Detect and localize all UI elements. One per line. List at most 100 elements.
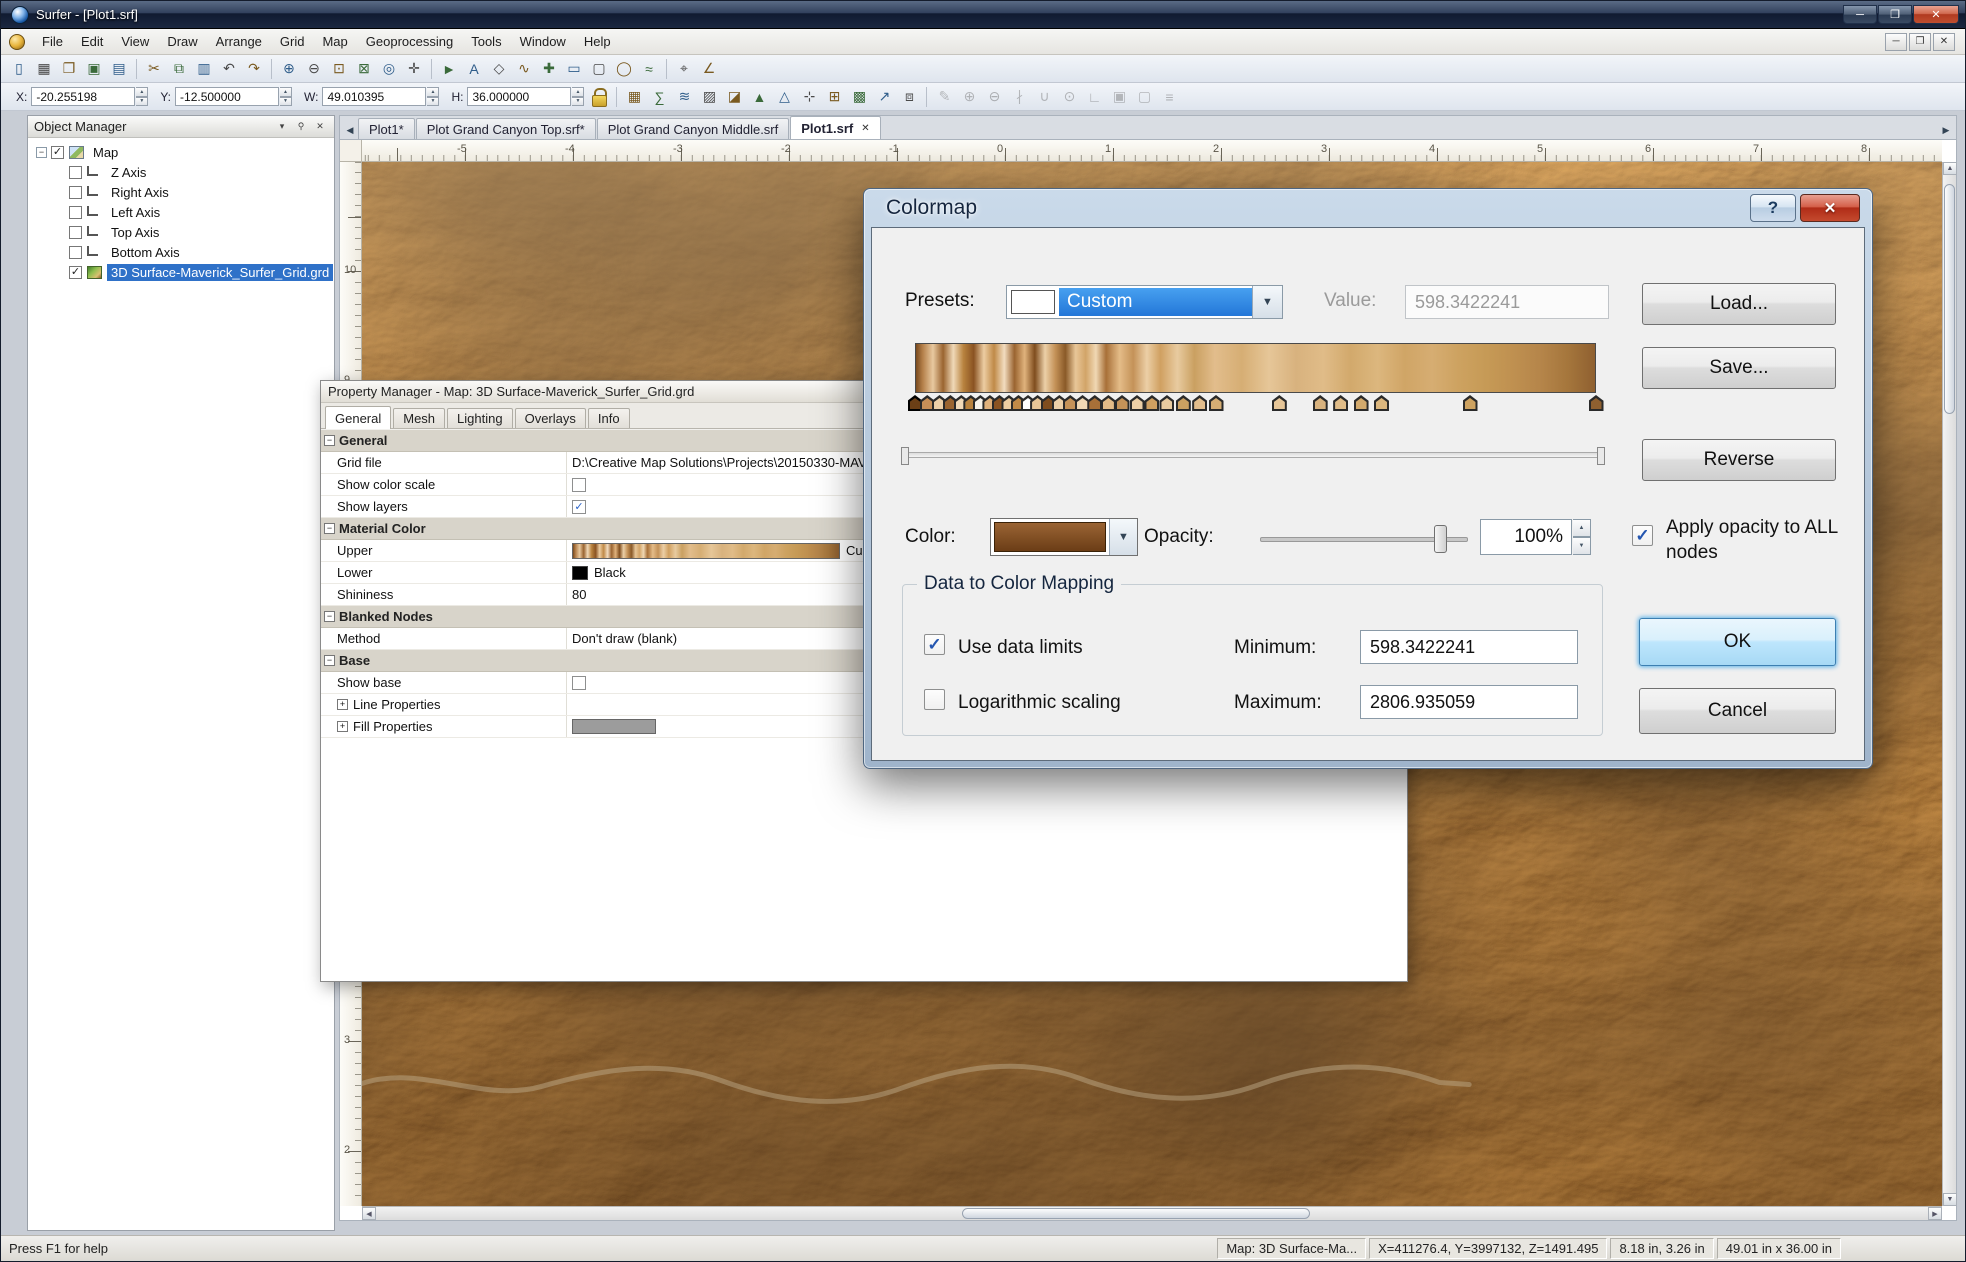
tree-checkbox[interactable]: ✓	[69, 266, 82, 279]
collapse-icon[interactable]: −	[324, 655, 335, 666]
menu-arrange[interactable]: Arrange	[207, 30, 271, 53]
spin-down-icon[interactable]: ▼	[572, 97, 584, 107]
cut-icon[interactable]: ✂	[142, 58, 166, 80]
collapse-icon[interactable]: −	[324, 611, 335, 622]
tree-item-bottom-axis[interactable]: Bottom Axis	[30, 242, 332, 262]
menu-edit[interactable]: Edit	[72, 30, 112, 53]
minimize-button[interactable]: ─	[1843, 5, 1877, 24]
spin-down-icon[interactable]: ▼	[1573, 537, 1591, 555]
logarithmic-scaling-checkbox[interactable]	[924, 689, 945, 710]
expand-icon[interactable]: +	[337, 699, 348, 710]
text-icon[interactable]: A	[462, 58, 486, 80]
dialog-title-bar[interactable]: Colormap ? ✕	[864, 189, 1872, 227]
load-button[interactable]: Load...	[1642, 283, 1836, 325]
tree-checkbox[interactable]: ✓	[51, 146, 64, 159]
colormap-node[interactable]	[1463, 395, 1478, 411]
print-icon[interactable]: ▤	[107, 58, 131, 80]
maximize-button[interactable]: ❐	[1878, 5, 1912, 24]
property-tab-mesh[interactable]: Mesh	[393, 408, 445, 428]
help-button[interactable]: ?	[1750, 194, 1796, 222]
colormap-node[interactable]	[1272, 395, 1287, 411]
colormap-node[interactable]	[1159, 395, 1174, 411]
zoom-full-icon[interactable]: ⊠	[352, 58, 376, 80]
tree-expander-icon[interactable]: −	[36, 147, 47, 158]
colormap-node[interactable]	[1333, 395, 1348, 411]
3d-surface-map-icon[interactable]: ▲	[747, 86, 771, 108]
colormap-node[interactable]	[1192, 395, 1207, 411]
tree-checkbox[interactable]	[69, 186, 82, 199]
value-checkbox[interactable]	[572, 676, 586, 690]
opacity-slider-handle[interactable]	[1434, 525, 1447, 553]
property-tab-info[interactable]: Info	[588, 408, 630, 428]
title-bar[interactable]: Surfer - [Plot1.srf] ─ ❐ ✕	[1, 1, 1965, 29]
collapse-icon[interactable]: −	[324, 435, 335, 446]
zoom-realtime-icon[interactable]: ◎	[377, 58, 401, 80]
tree-item-top-axis[interactable]: Top Axis	[30, 222, 332, 242]
spin-up-icon[interactable]: ▲	[1573, 519, 1591, 537]
tab-plot1-srf[interactable]: Plot1.srf✕	[790, 116, 880, 139]
objmgr-close-icon[interactable]: ✕	[312, 120, 328, 134]
spin-down-icon[interactable]: ▼	[136, 97, 148, 107]
tree-checkbox[interactable]	[69, 246, 82, 259]
menu-grid[interactable]: Grid	[271, 30, 314, 53]
dialog-close-button[interactable]: ✕	[1800, 194, 1860, 222]
image-map-icon[interactable]: ▩	[847, 86, 871, 108]
value-checkbox[interactable]: ✓	[572, 500, 586, 514]
rounded-rectangle-icon[interactable]: ▢	[587, 58, 611, 80]
property-tab-general[interactable]: General	[325, 406, 391, 429]
zoom-out-icon[interactable]: ⊖	[302, 58, 326, 80]
dropdown-arrow-icon[interactable]: ▼	[1109, 519, 1137, 555]
menu-map[interactable]: Map	[313, 30, 356, 53]
node-position-slider[interactable]	[903, 452, 1603, 458]
color-relief-map-icon[interactable]: ▨	[697, 86, 721, 108]
use-data-limits-checkbox[interactable]: ✓	[924, 634, 945, 655]
colormap-node[interactable]	[1313, 395, 1328, 411]
ellipse-icon[interactable]: ◯	[612, 58, 636, 80]
colormap-node[interactable]	[1354, 395, 1369, 411]
copy-icon[interactable]: ⧉	[167, 58, 191, 80]
tab-plot-grand-canyon-middle-srf[interactable]: Plot Grand Canyon Middle.srf	[597, 118, 790, 139]
menu-file[interactable]: File	[33, 30, 72, 53]
zoom-in-icon[interactable]: ⊕	[277, 58, 301, 80]
spin-down-icon[interactable]: ▼	[280, 97, 292, 107]
tree-item-left-axis[interactable]: Left Axis	[30, 202, 332, 222]
vector-map-icon[interactable]: ↗	[872, 86, 896, 108]
menu-geoprocessing[interactable]: Geoprocessing	[357, 30, 462, 53]
spin-up-icon[interactable]: ▲	[572, 87, 584, 97]
mdi-restore-icon[interactable]: ❐	[1909, 33, 1931, 51]
coord-input-h[interactable]	[467, 87, 571, 106]
object-manager-header[interactable]: Object Manager ▾⚲✕	[28, 116, 334, 138]
value-checkbox[interactable]	[572, 478, 586, 492]
tree-item-z-axis[interactable]: Z Axis	[30, 162, 332, 182]
paste-icon[interactable]: ▥	[192, 58, 216, 80]
scroll-down-icon[interactable]: ▼	[1943, 1193, 1957, 1206]
grid-data-icon[interactable]: ▦	[622, 86, 646, 108]
colormap-node[interactable]	[1144, 395, 1159, 411]
grid-math-icon[interactable]: ∑	[647, 86, 671, 108]
close-button[interactable]: ✕	[1913, 5, 1959, 24]
mdi-close-icon[interactable]: ✕	[1933, 33, 1955, 51]
tree-checkbox[interactable]	[69, 166, 82, 179]
ok-button[interactable]: OK	[1639, 618, 1836, 666]
spin-up-icon[interactable]: ▲	[280, 87, 292, 97]
reverse-button[interactable]: Reverse	[1642, 439, 1836, 481]
tree-item-map[interactable]: −✓Map	[30, 142, 332, 162]
vertical-scroll-thumb[interactable]	[1944, 184, 1955, 414]
colormap-node[interactable]	[1589, 395, 1604, 411]
save-icon[interactable]: ▣	[82, 58, 106, 80]
scroll-left-icon[interactable]: ◀	[362, 1207, 376, 1220]
tab-scroll-right-icon[interactable]: ▶	[1938, 121, 1954, 139]
overlay-maps-icon[interactable]: ⧈	[897, 86, 921, 108]
objmgr-dropdown-icon[interactable]: ▾	[274, 120, 290, 134]
menu-draw[interactable]: Draw	[158, 30, 206, 53]
3d-wireframe-map-icon[interactable]: △	[772, 86, 796, 108]
rectangle-icon[interactable]: ▭	[562, 58, 586, 80]
horizontal-scrollbar[interactable]: ◀ ▶	[362, 1206, 1942, 1220]
undo-icon[interactable]: ↶	[217, 58, 241, 80]
digitize-icon[interactable]: ⌖	[672, 58, 696, 80]
new-plot-icon[interactable]: ▯	[7, 58, 31, 80]
lock-aspect-icon[interactable]	[587, 86, 611, 108]
tree-item-3d-surface-maverick-surfer-grid-grd[interactable]: ✓3D Surface-Maverick_Surfer_Grid.grd	[30, 262, 332, 282]
tab-close-icon[interactable]: ✕	[861, 123, 869, 134]
scroll-right-icon[interactable]: ▶	[1928, 1207, 1942, 1220]
